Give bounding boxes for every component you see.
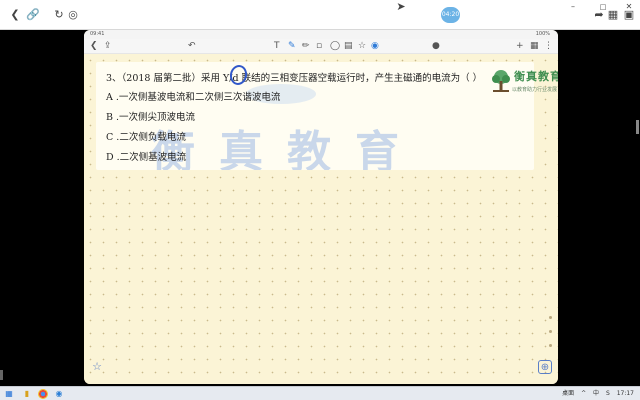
- logo-slogan: 以教育助力行业发展: [512, 87, 558, 93]
- option-text: 一次侧基波电流和二次侧三次谐波电流: [118, 92, 281, 103]
- favorite-icon[interactable]: ☆: [90, 360, 104, 374]
- option-a: A .一次侧基波电流和二次侧三次谐波电流: [106, 92, 281, 103]
- right-scroll-mark[interactable]: [636, 120, 639, 134]
- option-c: C .二次侧负载电流: [106, 132, 186, 143]
- text-tool-icon[interactable]: T: [274, 41, 280, 52]
- option-letter: D: [106, 152, 114, 163]
- start-icon[interactable]: ▦: [4, 389, 14, 399]
- logo-brand: 衡真教育: [514, 70, 558, 83]
- marker-icon[interactable]: ◉: [371, 41, 379, 52]
- option-letter: C: [106, 132, 114, 143]
- tree-icon: [492, 70, 510, 92]
- tray-input[interactable]: S: [606, 390, 610, 397]
- option-text: 二次侧负载电流: [119, 132, 186, 143]
- browser-icon[interactable]: [38, 389, 48, 399]
- pencil-icon[interactable]: ✏: [302, 41, 310, 52]
- image-icon[interactable]: ▤: [344, 41, 353, 52]
- cursor-icon: ➤: [396, 0, 406, 13]
- viewer-toolbar: ❮ 🔗 ↻ ◎ ➤ 04:20 ➦ ▦ ▣ – □ ✕: [0, 0, 640, 30]
- option-text: 一次侧尖顶波电流: [119, 112, 196, 123]
- pages-icon[interactable]: ▦: [530, 41, 539, 52]
- dotted-note-page[interactable]: 衡真教育 3、（2018 届第二批）采用 Y/d 联结的三相变压器空载运行时，产…: [84, 54, 558, 384]
- minimize-icon[interactable]: –: [566, 0, 580, 14]
- left-scroll-mark: [0, 370, 3, 380]
- tray-ime[interactable]: 中: [593, 390, 599, 397]
- question-stem: 3、（2018 届第二批）采用 Y/d 联结的三相变压器空载运行时，产生主磁通的…: [106, 73, 483, 84]
- lasso-icon[interactable]: ◯: [330, 41, 340, 52]
- share-icon[interactable]: ⇪: [104, 41, 112, 52]
- option-d: D .二次侧基波电流: [106, 152, 187, 163]
- page-marker: [549, 330, 552, 333]
- status-battery: 100%: [535, 31, 550, 37]
- brand-logo: 衡真教育 以教育助力行业发展: [484, 66, 558, 112]
- close-icon[interactable]: ✕: [622, 0, 636, 14]
- refresh-icon[interactable]: ↻: [52, 8, 66, 22]
- option-b: B .一次侧尖顶波电流: [106, 112, 196, 123]
- question-card: 衡真教育 3、（2018 届第二批）采用 Y/d 联结的三相变压器空载运行时，产…: [96, 62, 534, 170]
- option-text: 二次侧基波电流: [119, 152, 187, 163]
- timer-badge[interactable]: 04:20: [441, 7, 460, 23]
- option-letter: B: [106, 112, 113, 123]
- system-tray: 桌面 ^ 中 S 17:17: [557, 388, 634, 400]
- shape-icon[interactable]: ☆: [358, 41, 366, 52]
- eraser-icon[interactable]: ▫: [316, 41, 322, 52]
- zoom-icon[interactable]: ⊕: [538, 360, 552, 374]
- back-icon[interactable]: ❮: [8, 8, 22, 22]
- taskbar-clock[interactable]: 17:17: [617, 390, 634, 397]
- tray-chevron[interactable]: ^: [581, 390, 586, 397]
- more-icon[interactable]: ⋮: [544, 41, 553, 52]
- mic-icon[interactable]: ●: [432, 41, 440, 52]
- link-icon[interactable]: 🔗: [26, 8, 40, 22]
- page-marker: [549, 344, 552, 347]
- globe-icon[interactable]: ◎: [66, 8, 80, 22]
- option-letter: A: [106, 92, 113, 103]
- pen-icon[interactable]: ✎: [288, 41, 296, 52]
- maximize-icon[interactable]: □: [596, 0, 610, 14]
- notes-app-toolbar: ❮ ⇪ ↶ T ✎ ✏ ▫ ◯ ▤ ☆ ◉ ● + ▦ ⋮: [84, 39, 558, 54]
- tablet-screen: 09:41 100% ❮ ⇪ ↶ T ✎ ✏ ▫ ◯ ▤ ☆ ◉ ● + ▦ ⋮…: [84, 30, 558, 384]
- watermark: 衡真教育: [151, 127, 423, 170]
- undo-icon[interactable]: ↶: [188, 41, 196, 52]
- tray-desktop[interactable]: 桌面: [562, 390, 574, 397]
- add-page-icon[interactable]: +: [516, 41, 524, 52]
- status-time: 09:41: [90, 31, 105, 37]
- back-icon[interactable]: ❮: [90, 41, 98, 52]
- windows-taskbar: ▦ ▮ ◉ 桌面 ^ 中 S 17:17: [0, 386, 640, 400]
- folder-icon[interactable]: ▮: [22, 389, 32, 399]
- page-marker: [549, 316, 552, 319]
- tablet-status-bar: 09:41 100%: [84, 30, 558, 39]
- player-app-icon[interactable]: ◉: [54, 389, 64, 399]
